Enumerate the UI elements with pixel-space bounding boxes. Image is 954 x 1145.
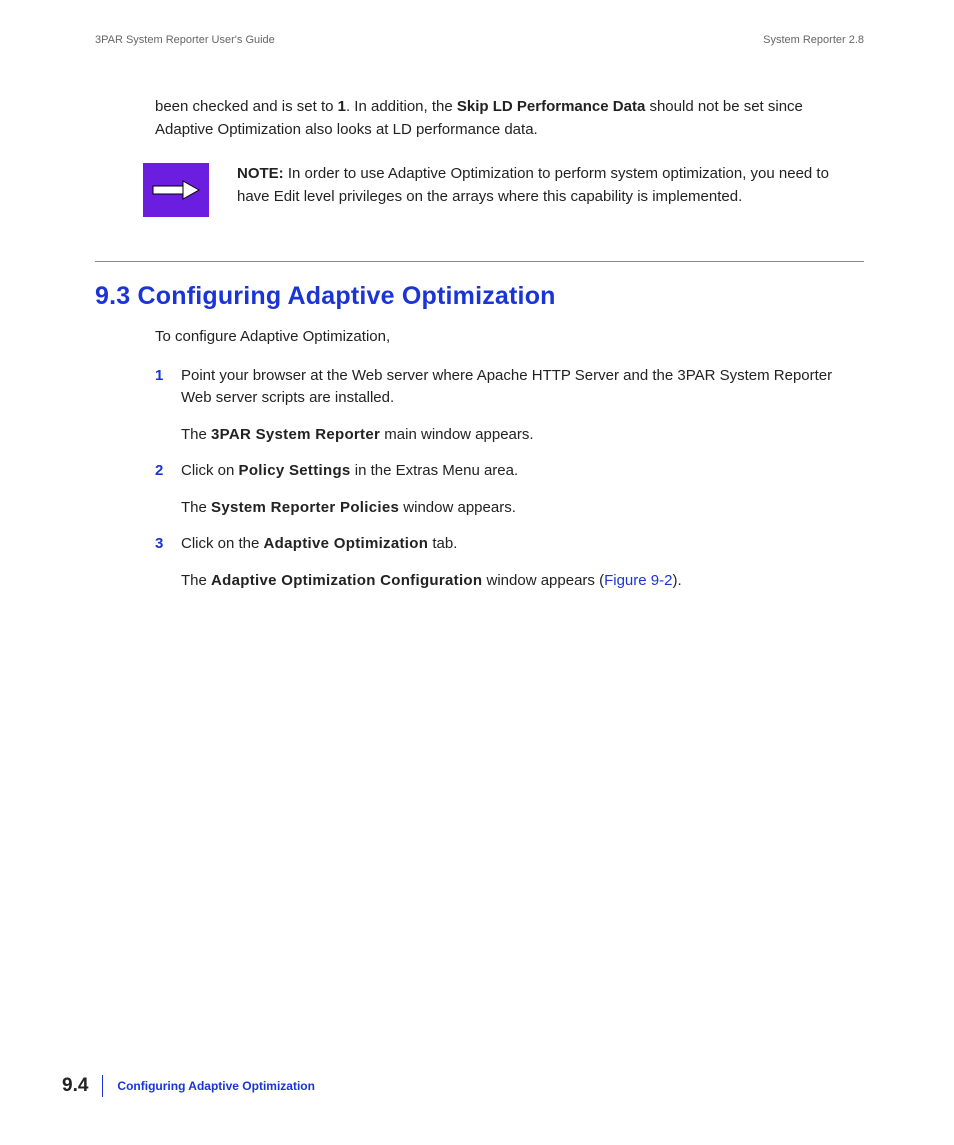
step-text: The [181,426,211,443]
section-heading: 9.3 Configuring Adaptive Optimization [95,282,864,311]
step-text: Click on [181,462,239,479]
intro-paragraph: been checked and is set to 1. In additio… [155,96,864,141]
section-lead: To configure Adaptive Optimization, [155,326,864,349]
step-text: The [181,499,211,516]
step-bold: System Reporter Policies [211,499,399,516]
page-footer: 9.4 Configuring Adaptive Optimization [62,1075,315,1097]
step-text: ). [672,572,681,589]
intro-bold-1: 1 [338,98,346,115]
note-text: NOTE: In order to use Adaptive Optimizat… [237,163,864,217]
page-number: 9.4 [62,1075,88,1097]
note-label: NOTE: [237,165,284,182]
step-1: Point your browser at the Web server whe… [155,365,864,447]
header-right: System Reporter 2.8 [763,34,864,46]
running-header: 3PAR System Reporter User's Guide System… [95,34,864,46]
note-body: In order to use Adaptive Optimization to… [237,165,829,205]
steps-list: Point your browser at the Web server whe… [155,365,864,593]
arrow-right-icon [143,163,209,217]
figure-link[interactable]: Figure 9-2 [604,572,672,589]
step-text: main window appears. [380,426,533,443]
footer-divider [102,1075,103,1097]
intro-text: been checked and is set to [155,98,338,115]
section-divider [95,261,864,262]
step-text: window appears. [399,499,516,516]
step-bold: Adaptive Optimization [264,535,429,552]
step-2: Click on Policy Settings in the Extras M… [155,460,864,519]
intro-text: . In addition, the [346,98,457,115]
intro-bold-2: Skip LD Performance Data [457,98,645,115]
step-bold: Adaptive Optimization Configuration [211,572,482,589]
header-left: 3PAR System Reporter User's Guide [95,34,275,46]
step-text: tab. [428,535,457,552]
step-bold: Policy Settings [239,462,351,479]
step-bold: 3PAR System Reporter [211,426,380,443]
step-text: window appears ( [482,572,604,589]
step-text: Click on the [181,535,264,552]
step-text: The [181,572,211,589]
step-text: in the Extras Menu area. [351,462,519,479]
step-text: Point your browser at the Web server whe… [181,367,832,407]
footer-title: Configuring Adaptive Optimization [117,1079,315,1093]
step-3: Click on the Adaptive Optimization tab. … [155,533,864,592]
note-block: NOTE: In order to use Adaptive Optimizat… [143,163,864,217]
